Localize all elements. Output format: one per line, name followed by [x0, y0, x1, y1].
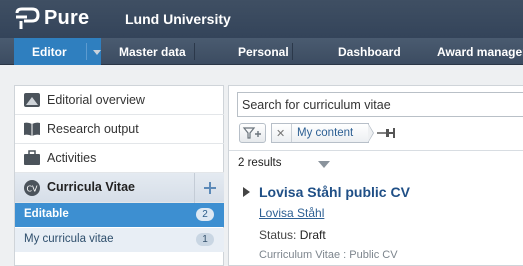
- nav-award-management-label: Award manager: [437, 44, 523, 59]
- sidebar: Editorial overview Research output Activ…: [14, 85, 224, 266]
- logo-text[interactable]: Pure: [44, 7, 89, 30]
- nav-divider: [194, 43, 195, 60]
- sort-dropdown-icon[interactable]: [318, 161, 330, 168]
- nav-editor[interactable]: Editor: [14, 38, 101, 65]
- expand-icon[interactable]: [243, 187, 250, 197]
- nav-master-data[interactable]: Master data: [119, 38, 186, 65]
- chip-divider: [291, 124, 292, 142]
- briefcase-icon: [24, 150, 40, 165]
- add-cv-button[interactable]: [194, 173, 224, 203]
- nav-personal[interactable]: Personal: [238, 38, 289, 65]
- filter-chip-label: My content: [297, 127, 354, 139]
- results-count: 2 results: [238, 157, 282, 169]
- count-badge: 2: [196, 208, 214, 221]
- status-value: Draft: [299, 228, 326, 242]
- search-placeholder: Search for curriculum vitae: [242, 98, 391, 112]
- book-icon: [24, 122, 40, 136]
- filter-chip-my-content[interactable]: ✕ My content: [271, 123, 369, 143]
- nav-master-data-label: Master data: [119, 44, 186, 59]
- svg-text:CV: CV: [26, 185, 38, 194]
- close-icon[interactable]: ✕: [276, 127, 285, 140]
- sidebar-item-research-output[interactable]: Research output: [15, 115, 224, 144]
- result-title[interactable]: Lovisa Ståhl public CV: [259, 184, 410, 200]
- sidebar-item-editorial-overview[interactable]: Editorial overview: [15, 86, 224, 115]
- sidebar-item-label: Activities: [47, 151, 97, 165]
- nav-award-management[interactable]: Award manager: [437, 38, 523, 65]
- nav-divider: [292, 43, 293, 60]
- sidebar-subitem-my-curricula-vitae[interactable]: My curricula vitae 1: [15, 228, 224, 252]
- result-status: Status: Draft: [259, 228, 326, 242]
- nav-divider: [86, 43, 87, 60]
- search-input[interactable]: Search for curriculum vitae: [237, 92, 523, 117]
- result-person-link[interactable]: Lovisa Ståhl: [259, 206, 324, 220]
- cv-icon: CV: [24, 180, 40, 196]
- nav-personal-label: Personal: [238, 44, 289, 59]
- sidebar-item-label: Editorial overview: [47, 93, 145, 107]
- results-pane: Search for curriculum vitae ✕ My content…: [228, 85, 523, 266]
- sidebar-item-label: Research output: [47, 122, 139, 136]
- sidebar-subitem-editable[interactable]: Editable 2: [15, 203, 224, 227]
- sidebar-subitem-label: My curricula vitae: [24, 233, 114, 245]
- status-label: Status:: [259, 228, 297, 242]
- chevron-down-icon[interactable]: [93, 50, 101, 55]
- sidebar-item-activities[interactable]: Activities: [15, 144, 224, 173]
- chip-arrow-inner: [368, 124, 373, 142]
- nav-editor-label: Editor: [32, 44, 67, 59]
- app-header: Pure Lund University: [0, 0, 523, 38]
- sidebar-item-curricula-vitae[interactable]: CV Curricula Vitae: [15, 173, 224, 203]
- add-filter-button[interactable]: [239, 123, 266, 143]
- pure-logo-icon: [15, 7, 40, 29]
- sidebar-subitem-label: Editable: [24, 208, 69, 220]
- count-badge: 1: [196, 233, 214, 246]
- pin-icon[interactable]: [376, 126, 396, 140]
- nav-dashboard[interactable]: Dashboard: [338, 38, 401, 65]
- nav-dashboard-label: Dashboard: [338, 44, 401, 59]
- organization-name: Lund University: [125, 11, 231, 27]
- sidebar-item-label: Curricula Vitae: [47, 180, 136, 194]
- chart-icon: [24, 93, 40, 107]
- divider: [229, 150, 523, 151]
- result-type: Curriculum Vitae : Public CV: [259, 249, 398, 261]
- plus-icon: [203, 182, 216, 194]
- main-navigation: Editor Master data Personal Dashboard Aw…: [0, 38, 523, 93]
- filter-icon: [242, 127, 261, 139]
